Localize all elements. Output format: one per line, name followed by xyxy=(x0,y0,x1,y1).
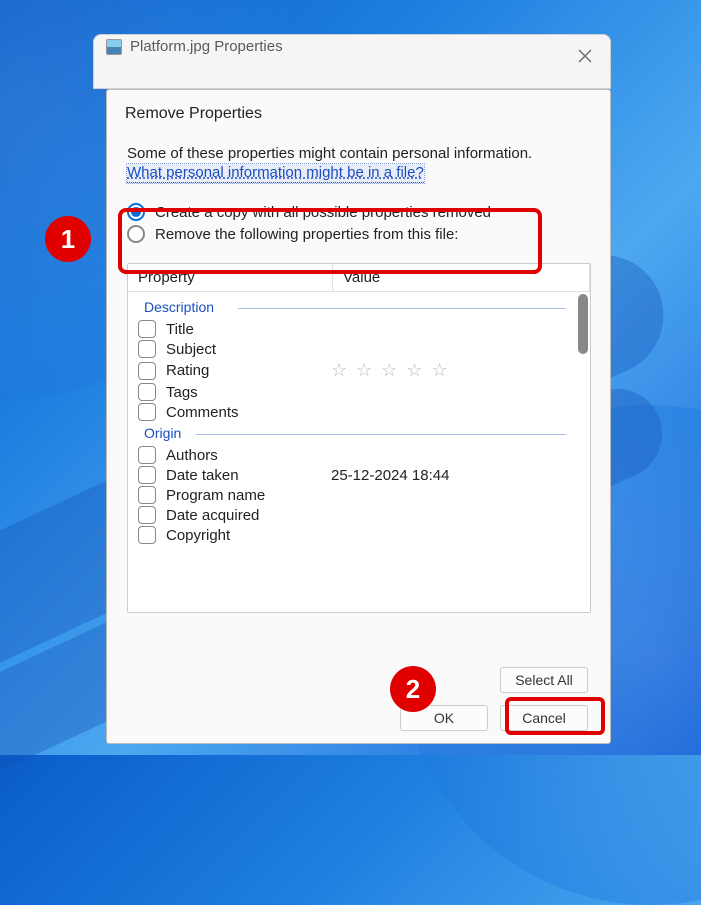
property-row-copyright: Copyright xyxy=(128,525,590,545)
checkbox-comments[interactable] xyxy=(138,403,156,421)
checkbox-date-taken[interactable] xyxy=(138,466,156,484)
checkbox-rating[interactable] xyxy=(138,362,156,380)
property-row-title: Title xyxy=(128,319,590,339)
select-all-button[interactable]: Select All xyxy=(500,667,588,693)
rating-stars[interactable]: ☆ ☆ ☆ ☆ ☆ xyxy=(331,360,450,381)
info-text: Some of these properties might contain p… xyxy=(127,145,590,162)
close-button[interactable] xyxy=(574,45,596,67)
help-link[interactable]: What personal information might be in a … xyxy=(127,164,424,183)
ok-button[interactable]: OK xyxy=(400,705,488,731)
radio-remove-following-label[interactable]: Remove the following properties from thi… xyxy=(155,226,458,243)
checkbox-authors[interactable] xyxy=(138,446,156,464)
property-row-program-name: Program name xyxy=(128,485,590,505)
property-row-tags: Tags xyxy=(128,382,590,402)
checkbox-date-acquired[interactable] xyxy=(138,506,156,524)
radio-create-copy[interactable] xyxy=(127,203,145,221)
checkbox-title[interactable] xyxy=(138,320,156,338)
properties-window-titlebar: Platform.jpg Properties xyxy=(93,34,611,89)
radio-create-copy-label[interactable]: Create a copy with all possible properti… xyxy=(155,204,491,221)
remove-properties-dialog: Remove Properties Some of these properti… xyxy=(106,89,611,744)
header-property[interactable]: Property xyxy=(128,264,333,291)
property-row-rating: Rating ☆ ☆ ☆ ☆ ☆ xyxy=(128,359,590,382)
date-taken-value: 25-12-2024 18:44 xyxy=(331,467,449,484)
dialog-title: Remove Properties xyxy=(107,90,610,123)
scrollbar[interactable] xyxy=(578,294,588,354)
property-row-authors: Authors xyxy=(128,445,590,465)
file-type-icon xyxy=(106,39,122,55)
checkbox-copyright[interactable] xyxy=(138,526,156,544)
property-row-comments: Comments xyxy=(128,402,590,422)
radio-remove-following[interactable] xyxy=(127,225,145,243)
group-origin: Origin xyxy=(128,422,590,445)
radio-group: Create a copy with all possible properti… xyxy=(127,195,590,251)
property-list: Property Value Description Title Subject xyxy=(127,263,591,613)
checkbox-program-name[interactable] xyxy=(138,486,156,504)
checkbox-subject[interactable] xyxy=(138,340,156,358)
property-row-date-taken: Date taken 25-12-2024 18:44 xyxy=(128,465,590,485)
cancel-button[interactable]: Cancel xyxy=(500,705,588,731)
window-title: Platform.jpg Properties xyxy=(130,38,283,55)
property-row-subject: Subject xyxy=(128,339,590,359)
group-description: Description xyxy=(128,296,590,319)
header-value[interactable]: Value xyxy=(333,264,590,291)
property-header: Property Value xyxy=(128,264,590,292)
property-row-date-acquired: Date acquired xyxy=(128,505,590,525)
checkbox-tags[interactable] xyxy=(138,383,156,401)
